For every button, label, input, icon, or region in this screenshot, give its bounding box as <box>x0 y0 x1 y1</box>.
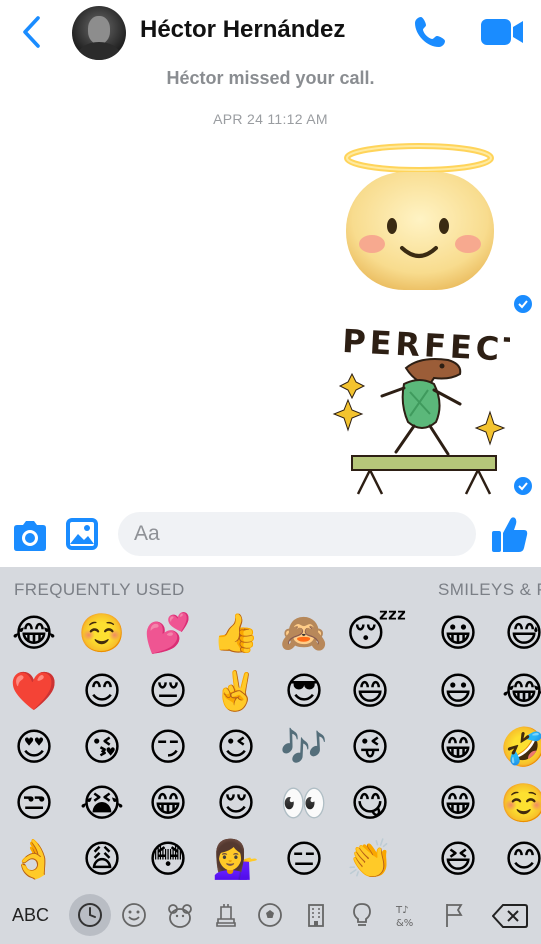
emoji-key[interactable]: 🎶 <box>280 723 328 771</box>
emoji-key[interactable]: 👌 <box>10 835 58 883</box>
emoji-key[interactable]: 😁 <box>434 723 482 771</box>
emoji-key[interactable]: 😊 <box>78 667 126 715</box>
emoji-key[interactable]: 😁 <box>144 779 192 827</box>
phone-call-icon[interactable] <box>412 14 448 50</box>
clock-icon[interactable] <box>76 901 104 929</box>
delete-backspace-icon[interactable] <box>492 903 528 929</box>
emoji-key[interactable]: 😀 <box>434 609 482 657</box>
thumbs-up-like-icon[interactable] <box>490 514 530 554</box>
emoji-key[interactable]: 😊 <box>500 835 541 883</box>
section-frequently-used: FREQUENTLY USED <box>14 580 185 599</box>
emoji-key[interactable]: 😂 <box>500 667 541 715</box>
flag-icon[interactable] <box>440 901 468 929</box>
emoji-key[interactable]: 💕 <box>144 609 192 657</box>
emoji-key[interactable]: 😘 <box>78 723 126 771</box>
emoji-key[interactable]: 😎 <box>280 667 328 715</box>
emoji-key[interactable]: 😜 <box>346 723 394 771</box>
photo-gallery-icon[interactable] <box>64 516 100 552</box>
emoji-key[interactable]: 😂 <box>10 609 58 657</box>
emoji-key[interactable]: 😆 <box>434 835 482 883</box>
emoji-key[interactable]: 😁 <box>434 779 482 827</box>
emoji-key[interactable]: ☺️ <box>500 779 541 827</box>
emoji-key[interactable]: 😍 <box>10 723 58 771</box>
food-icon[interactable] <box>212 901 240 929</box>
seen-indicator-icon <box>514 477 532 495</box>
message-input[interactable] <box>118 512 476 556</box>
emoji-key[interactable]: 😳 <box>144 835 192 883</box>
emoji-keyboard: FREQUENTLY USED SMILEYS & P 😂 ☺️ 💕 👍 🙈 😴… <box>0 567 541 944</box>
emoji-key[interactable]: 😉 <box>212 723 260 771</box>
animal-icon[interactable] <box>166 901 194 929</box>
video-call-icon[interactable] <box>480 18 524 46</box>
emoji-key[interactable]: 😌 <box>212 779 260 827</box>
camera-icon[interactable] <box>10 518 50 554</box>
emoji-category-bar: ABC T♪ &% <box>0 885 541 944</box>
ball-icon[interactable] <box>256 901 284 929</box>
emoji-key[interactable]: 😑 <box>280 835 328 883</box>
emoji-key[interactable]: 🤣 <box>500 723 541 771</box>
emoji-key[interactable]: 👀 <box>280 779 328 827</box>
symbols-icon[interactable]: T♪ &% <box>394 901 422 929</box>
emoji-key[interactable]: ✌️ <box>212 667 260 715</box>
missed-call-notice: Héctor missed your call. <box>166 68 375 88</box>
conversation-header: Héctor Hernández <box>0 0 541 62</box>
emoji-key[interactable]: ☺️ <box>78 609 126 657</box>
section-smileys: SMILEYS & P <box>438 580 541 599</box>
svg-text:&%: &% <box>396 918 413 929</box>
building-icon[interactable] <box>302 901 330 929</box>
emoji-key[interactable]: ❤️ <box>10 667 58 715</box>
message-timestamp: APR 24 11:12 AM <box>213 111 328 127</box>
emoji-key[interactable]: 😃 <box>434 667 482 715</box>
seen-indicator-icon <box>514 295 532 313</box>
emoji-key[interactable]: 😭 <box>78 779 126 827</box>
emoji-key[interactable]: 🙈 <box>280 609 328 657</box>
emoji-key[interactable]: 👍 <box>212 609 260 657</box>
emoji-key[interactable]: 😄 <box>346 667 394 715</box>
smiley-icon[interactable] <box>120 901 148 929</box>
emoji-key[interactable]: 😏 <box>144 723 192 771</box>
lightbulb-icon[interactable] <box>348 901 376 929</box>
emoji-key[interactable]: 😩 <box>78 835 126 883</box>
svg-text:T♪: T♪ <box>395 905 409 916</box>
emoji-key[interactable]: 😴 <box>346 609 407 657</box>
message-composer <box>0 504 541 566</box>
emoji-key[interactable]: 💁‍♀️ <box>212 835 260 883</box>
emoji-key[interactable]: 😔 <box>144 667 192 715</box>
angel-smiley-sticker[interactable] <box>336 138 502 294</box>
emoji-key[interactable]: 😅 <box>500 609 541 657</box>
abc-keyboard-switch[interactable]: ABC <box>12 905 49 926</box>
emoji-key[interactable]: 😋 <box>346 779 394 827</box>
back-chevron-icon[interactable] <box>20 14 44 50</box>
emoji-key[interactable]: 😒 <box>10 779 58 827</box>
emoji-key[interactable]: 👏 <box>346 835 394 883</box>
perfect-capybara-sticker[interactable]: PERFECT <box>330 318 510 496</box>
contact-name[interactable]: Héctor Hernández <box>140 16 345 44</box>
contact-avatar[interactable] <box>72 6 126 60</box>
